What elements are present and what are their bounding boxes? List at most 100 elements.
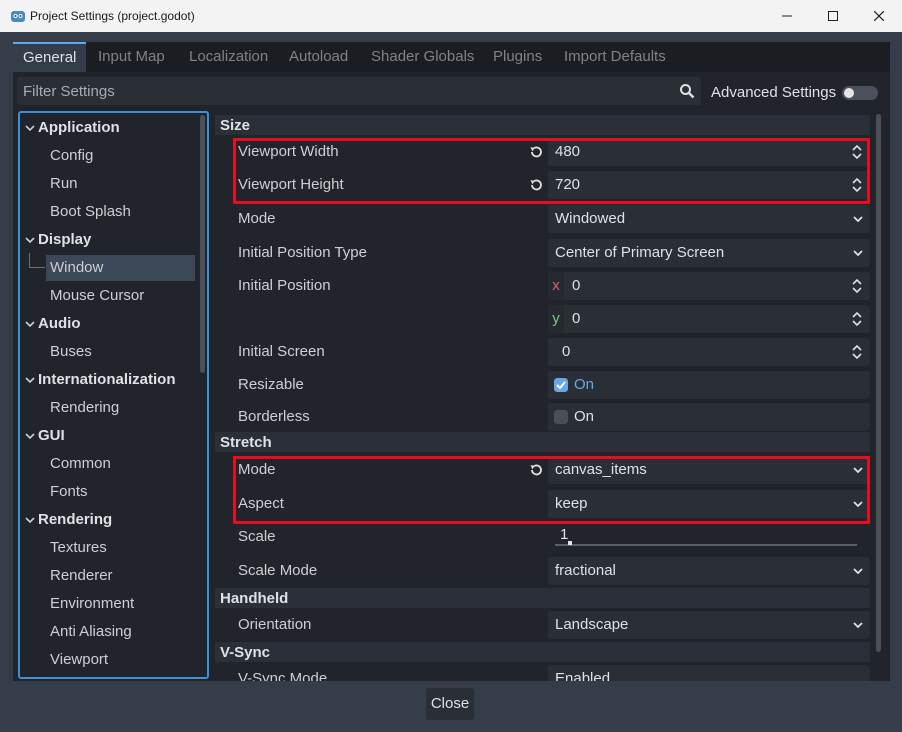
initial-position-type-dropdown[interactable]: Center of Primary Screen — [548, 239, 870, 267]
prop-mode: Mode Windowed — [235, 203, 870, 235]
chevron-down-icon — [25, 125, 35, 132]
dialog-frame: General Input Map Localization Autoload … — [1, 32, 901, 732]
prop-value: On — [574, 376, 595, 393]
tree-item-anti-aliasing[interactable]: Anti Aliasing — [20, 619, 190, 645]
prop-value: Landscape — [555, 616, 629, 633]
tree-category-internationalization[interactable]: Internationalization — [20, 367, 190, 393]
chevron-down-icon — [25, 433, 35, 440]
tab-localization[interactable]: Localization — [179, 42, 278, 72]
highlight-box-size — [233, 138, 870, 204]
updown-arrows-icon — [852, 344, 862, 360]
prop-value: Center of Primary Screen — [555, 244, 725, 261]
property-inspector: Size Viewport Width 480 Viewport Height … — [215, 112, 883, 681]
tree-label: Boot Splash — [50, 203, 131, 220]
chevron-down-icon — [25, 237, 35, 244]
close-window-button[interactable] — [856, 0, 902, 32]
initial-position-x-spinbox[interactable]: x 0 — [548, 272, 870, 300]
section-vsync: V-Sync — [215, 642, 870, 662]
advanced-settings-toggle[interactable] — [842, 86, 878, 100]
tree-label: Rendering — [38, 511, 113, 528]
tree-category-display[interactable]: Display — [20, 227, 190, 253]
tree-category-application[interactable]: Application — [20, 115, 190, 141]
tree-category-rendering[interactable]: Rendering — [20, 507, 190, 533]
tree-item-renderer[interactable]: Renderer — [20, 563, 190, 589]
tab-input-map[interactable]: Input Map — [88, 42, 175, 72]
tree-label: Renderer — [50, 567, 113, 584]
scale-slider[interactable]: 1 — [548, 523, 870, 551]
prop-borderless: Borderless On — [235, 401, 870, 433]
prop-value: 0 — [562, 343, 571, 360]
tree-item-config[interactable]: Config — [20, 143, 190, 169]
slider-grabber[interactable] — [568, 541, 572, 545]
minimize-icon — [782, 15, 792, 17]
chevron-down-icon — [25, 321, 35, 328]
tree-label: Anti Aliasing — [50, 623, 132, 640]
tree-item-boot-splash[interactable]: Boot Splash — [20, 199, 190, 225]
tree-item-common[interactable]: Common — [20, 451, 190, 477]
resizable-checkbox[interactable]: On — [548, 371, 870, 399]
prop-value: fractional — [555, 562, 616, 579]
slider-track[interactable] — [555, 544, 857, 546]
tab-plugins[interactable]: Plugins — [483, 42, 552, 72]
filter-settings-input[interactable]: Filter Settings — [17, 77, 701, 105]
prop-label: Mode — [238, 210, 276, 227]
tree-item-mouse-cursor[interactable]: Mouse Cursor — [20, 283, 190, 309]
close-icon — [874, 11, 884, 21]
tab-general[interactable]: General — [13, 42, 87, 72]
scale-mode-dropdown[interactable]: fractional — [548, 557, 870, 585]
prop-value: Enabled — [555, 670, 611, 681]
tree-item-i18n-rendering[interactable]: Rendering — [20, 395, 190, 421]
tree-item-buses[interactable]: Buses — [20, 339, 190, 365]
section-size: Size — [215, 115, 870, 135]
tree-label: Application — [38, 119, 120, 136]
chevron-down-icon — [853, 216, 863, 223]
tab-bar: General Input Map Localization Autoload … — [13, 42, 890, 72]
mode-dropdown[interactable]: Windowed — [548, 205, 870, 233]
tree-guide-line — [29, 267, 45, 268]
vsync-mode-dropdown[interactable]: Enabled — [548, 665, 870, 681]
initial-screen-spinbox[interactable]: 0 — [548, 338, 870, 366]
tree-label: Config — [50, 147, 94, 164]
tab-import-defaults[interactable]: Import Defaults — [554, 42, 676, 72]
initial-position-y-spinbox[interactable]: y 0 — [548, 305, 870, 333]
prop-initial-screen: Initial Screen 0 — [235, 336, 870, 368]
settings-tree: Application Config Run Boot Splash Displ… — [18, 111, 209, 679]
tree-label: Window — [50, 259, 104, 276]
tree-item-viewport[interactable]: Viewport — [20, 647, 190, 673]
tab-autoload[interactable]: Autoload — [279, 42, 358, 72]
tree-label: Common — [50, 455, 111, 472]
tree-item-window[interactable]: Window — [46, 255, 195, 281]
tree-category-gui[interactable]: GUI — [20, 423, 190, 449]
tree-label: GUI — [38, 427, 65, 444]
minimize-button[interactable] — [764, 0, 810, 32]
chevron-down-icon — [853, 250, 863, 257]
close-button[interactable]: Close — [426, 688, 474, 720]
prop-label: Initial Position — [238, 277, 331, 294]
tree-label: Buses — [50, 343, 92, 360]
tree-item-environment[interactable]: Environment — [20, 591, 190, 617]
x-axis-label: x — [548, 272, 564, 300]
section-handheld: Handheld — [215, 588, 870, 608]
tree-label: Textures — [50, 539, 107, 556]
prop-label: V-Sync Mode — [238, 670, 328, 681]
prop-label: Orientation — [238, 616, 312, 633]
tree-item-textures[interactable]: Textures — [20, 535, 190, 561]
prop-value: 0 — [572, 310, 581, 327]
inspector-scrollbar[interactable] — [876, 114, 881, 652]
tree-item-run[interactable]: Run — [20, 171, 190, 197]
tree-label: Environment — [50, 595, 135, 612]
tree-label: Rendering — [50, 399, 120, 416]
prop-initial-position-y: y 0 — [235, 303, 870, 335]
y-axis-label: y — [548, 305, 564, 333]
section-stretch: Stretch — [215, 432, 870, 452]
tree-item-fonts[interactable]: Fonts — [20, 479, 190, 505]
tree-label: Audio — [38, 315, 81, 332]
borderless-checkbox[interactable]: On — [548, 403, 870, 431]
orientation-dropdown[interactable]: Landscape — [548, 611, 870, 639]
tree-category-audio[interactable]: Audio — [20, 311, 190, 337]
prop-initial-position-type: Initial Position Type Center of Primary … — [235, 237, 870, 269]
maximize-button[interactable] — [810, 0, 856, 32]
tree-scrollbar[interactable] — [200, 115, 205, 373]
tab-shader-globals[interactable]: Shader Globals — [361, 42, 484, 72]
chevron-down-icon — [853, 568, 863, 575]
